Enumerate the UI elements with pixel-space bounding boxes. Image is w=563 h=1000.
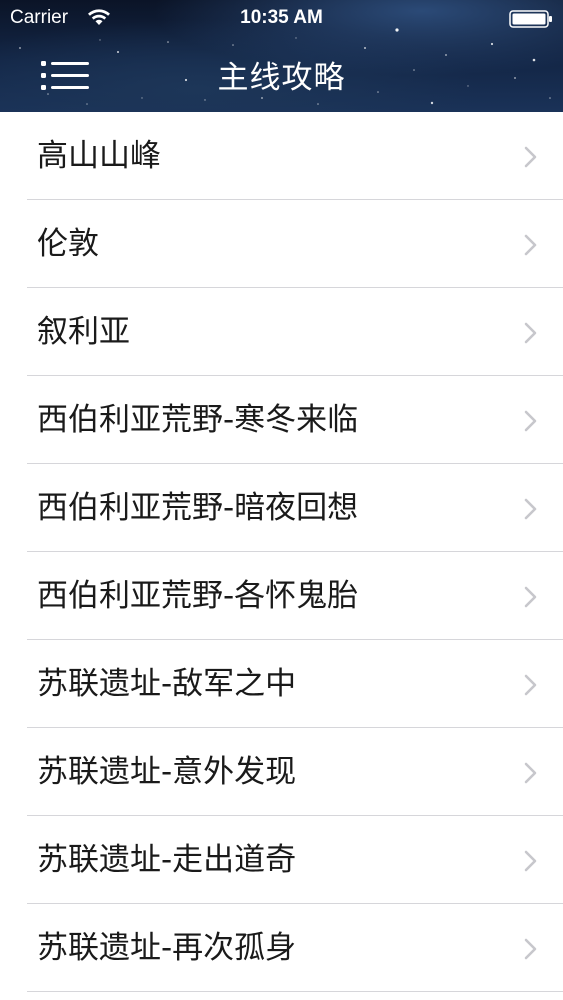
chevron-right-icon xyxy=(524,146,537,168)
list-item-label: 西伯利亚荒野-寒冬来临 xyxy=(37,402,359,438)
status-bar: Carrier 10:35 AM xyxy=(0,0,563,36)
list-item-label: 苏联遗址-意外发现 xyxy=(37,754,297,790)
battery-icon xyxy=(509,10,552,28)
chevron-right-icon xyxy=(524,674,537,696)
list-item-label: 苏联遗址-再次孤身 xyxy=(37,930,297,966)
chevron-right-icon xyxy=(524,850,537,872)
list-item-label: 苏联遗址-敌军之中 xyxy=(37,666,297,702)
page-title: 主线攻略 xyxy=(217,60,346,96)
navigation-bar: 主线攻略 xyxy=(0,38,563,112)
list-item-label: 伦敦 xyxy=(37,226,99,262)
list-item-label: 高山山峰 xyxy=(37,138,161,174)
list-item[interactable]: 西伯利亚荒野-各怀鬼胎 xyxy=(0,552,563,640)
chevron-right-icon xyxy=(524,586,537,608)
list-item[interactable]: 伦敦 xyxy=(0,200,563,288)
list-item[interactable]: 叙利亚 xyxy=(0,288,563,376)
row-separator xyxy=(27,991,563,992)
chevron-right-icon xyxy=(524,938,537,960)
chevron-right-icon xyxy=(524,498,537,520)
chevron-right-icon xyxy=(524,322,537,344)
screen: Carrier 10:35 AM 主线攻略 高山山峰 伦敦 叙利亚 西伯利亚荒野… xyxy=(0,0,563,1000)
list-item-label: 西伯利亚荒野-暗夜回想 xyxy=(37,490,359,526)
list-item[interactable]: 苏联遗址-意外发现 xyxy=(0,728,563,816)
strategy-list: 高山山峰 伦敦 叙利亚 西伯利亚荒野-寒冬来临 西伯利亚荒野-暗夜回想 西伯利亚… xyxy=(0,112,563,992)
list-item[interactable]: 西伯利亚荒野-寒冬来临 xyxy=(0,376,563,464)
chevron-right-icon xyxy=(524,234,537,256)
list-item[interactable]: 苏联遗址-再次孤身 xyxy=(0,904,563,992)
list-item[interactable]: 高山山峰 xyxy=(0,112,563,200)
chevron-right-icon xyxy=(524,410,537,432)
list-item[interactable]: 苏联遗址-走出道奇 xyxy=(0,816,563,904)
chevron-right-icon xyxy=(524,762,537,784)
list-item-label: 苏联遗址-走出道奇 xyxy=(37,842,297,878)
list-item[interactable]: 苏联遗址-敌军之中 xyxy=(0,640,563,728)
list-item[interactable]: 西伯利亚荒野-暗夜回想 xyxy=(0,464,563,552)
list-item-label: 西伯利亚荒野-各怀鬼胎 xyxy=(37,578,359,614)
list-item-label: 叙利亚 xyxy=(37,314,130,350)
header: Carrier 10:35 AM 主线攻略 xyxy=(0,0,563,112)
status-time: 10:35 AM xyxy=(240,7,323,28)
